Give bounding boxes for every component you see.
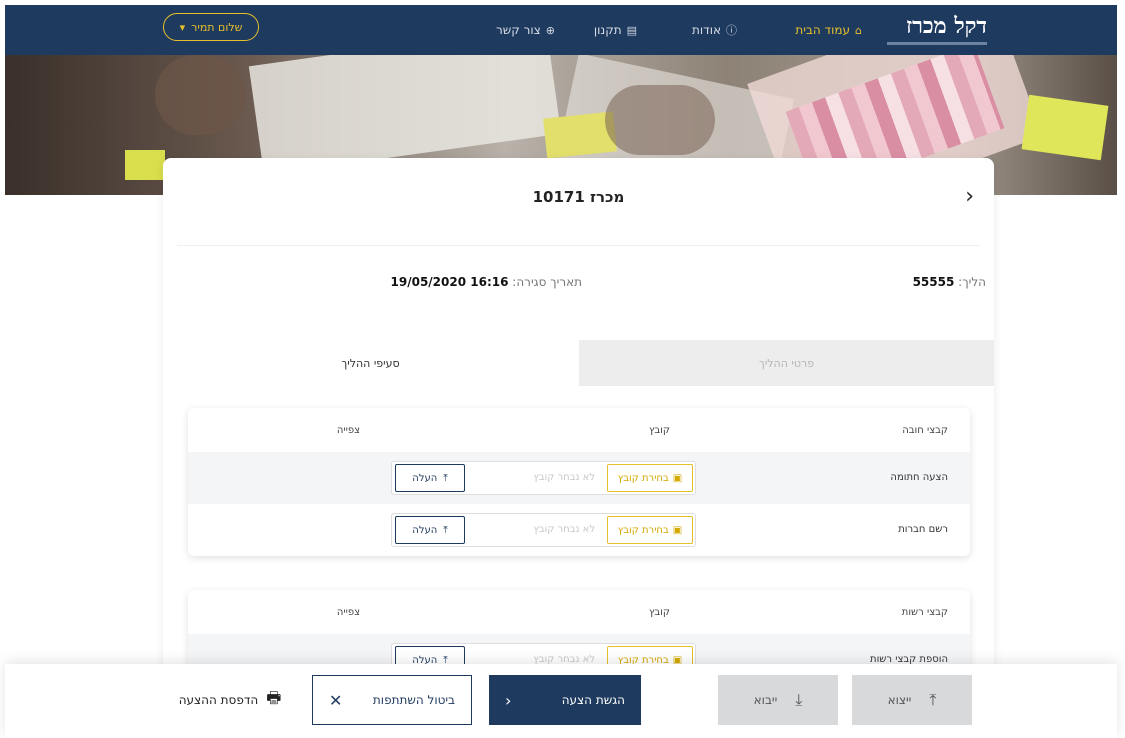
page-title: מכרז 10171 [532,188,625,206]
logo-tagline-line [887,42,987,45]
column-header-view: צפייה [336,425,360,436]
column-header-name: קבצי רשות [901,607,948,618]
logo[interactable]: דקל מכרז [906,13,987,39]
chevron-down-icon: ▾ [179,20,186,34]
tab-process-details[interactable]: פרטי ההליך [579,340,994,386]
nav-item-about[interactable]: ⓘ אודות [692,5,737,55]
process-number: הליך: 55555 [913,275,986,289]
upload-button[interactable]: ⤒ העלה [395,516,465,544]
top-navigation-bar: דקל מכרז ⌂ עמוד הבית ⓘ אודות ▤ תקנון ⊕ צ… [5,5,1117,55]
choose-file-button[interactable]: ▣ בחירת קובץ [607,464,693,492]
file-row-label: רשם חברות [898,524,948,535]
upload-button[interactable]: ⤒ העלה [395,464,465,492]
mandatory-files-section: קבצי חובה קובץ צפייה הצעה חתומה ▣ בחירת … [188,408,970,556]
info-icon: ⓘ [726,24,737,37]
print-bid-button[interactable]: 🖶 הדפסת ההצעה [175,675,285,725]
export-label: ייצוא [887,693,912,707]
submit-label: הגשת הצעה [561,693,625,707]
table-row: הצעה חתומה ▣ בחירת קובץ לא נבחר קובץ ⤒ ה… [188,452,970,504]
column-header-file: קובץ [649,607,670,618]
submit-bid-button[interactable]: הגשת הצעה ‹ [489,675,641,725]
nav-item-home[interactable]: ⌂ עמוד הבית [795,5,862,55]
closing-date: תאריך סגירה: 16:16 19/05/2020 [391,275,582,289]
back-chevron-icon[interactable]: › [965,184,974,209]
tabs: פרטי ההליך סעיפי ההליך [163,340,994,386]
nav-label: עמוד הבית [795,23,851,37]
nav-label: אודות [692,23,721,37]
table-row: רשם חברות ▣ בחירת קובץ לא נבחר קובץ ⤒ הע… [188,504,970,556]
column-header-view: צפייה [336,607,360,618]
file-input: ▣ בחירת קובץ לא נבחר קובץ ⤒ העלה [391,513,696,547]
user-greeting: שלום תמיר [191,20,243,34]
no-file-placeholder: לא נבחר קובץ [533,524,595,535]
import-button[interactable]: ⤓ ייבוא [718,675,838,725]
upload-icon: ⤒ [443,472,448,484]
choose-file-button[interactable]: ▣ בחירת קובץ [607,516,693,544]
closing-value: 16:16 19/05/2020 [390,275,509,289]
process-label: הליך: [958,275,986,289]
nav-item-contact[interactable]: ⊕ צור קשר [496,5,555,55]
upload-icon: ⤒ [929,690,937,709]
upload-icon: ⤒ [443,524,448,536]
choose-file-label: בחירת קובץ [617,472,669,484]
section-header: קבצי רשות קובץ צפייה [188,590,970,634]
user-menu-button[interactable]: שלום תמיר ▾ [163,13,259,41]
export-button[interactable]: ⤒ ייצוא [852,675,972,725]
section-header: קבצי חובה קובץ צפייה [188,408,970,452]
process-value: 55555 [912,275,955,289]
closing-label: תאריך סגירה: [512,275,582,289]
bottom-action-bar: ⤒ ייצוא ⤓ ייבוא הגשת הצעה ‹ ביטול השתתפו… [5,664,1117,738]
upload-label: העלה [412,524,438,536]
upload-label: העלה [412,472,438,484]
contact-icon: ⊕ [545,23,555,37]
chevron-left-icon: ‹ [505,690,512,710]
file-icon: ▣ [672,472,683,484]
cancel-label: ביטול השתתפות [372,693,455,707]
nav-label: צור קשר [496,23,541,37]
cancel-participation-button[interactable]: ביטול השתתפות ✕ [312,675,472,725]
no-file-placeholder: לא נבחר קובץ [533,472,595,483]
import-label: ייבוא [753,693,778,707]
nav-label: תקנון [593,23,622,37]
document-icon: ▤ [626,23,637,37]
divider [177,245,980,246]
file-icon: ▣ [672,524,683,536]
column-header-name: קבצי חובה [902,425,948,436]
file-row-label: הצעה חתומה [890,472,948,483]
file-input: ▣ בחירת קובץ לא נבחר קובץ ⤒ העלה [391,461,696,495]
nav-item-regulations[interactable]: ▤ תקנון [594,5,637,55]
download-icon: ⤓ [795,690,803,709]
close-icon: ✕ [329,690,343,710]
choose-file-label: בחירת קובץ [617,524,669,536]
tender-card: מכרז 10171 › הליך: 55555 תאריך סגירה: 16… [163,158,994,738]
tab-process-sections[interactable]: סעיפי ההליך [163,340,578,386]
home-icon: ⌂ [855,23,862,37]
print-label: הדפסת ההצעה [178,693,259,707]
printer-icon: 🖶 [266,687,282,707]
column-header-file: קובץ [649,425,670,436]
